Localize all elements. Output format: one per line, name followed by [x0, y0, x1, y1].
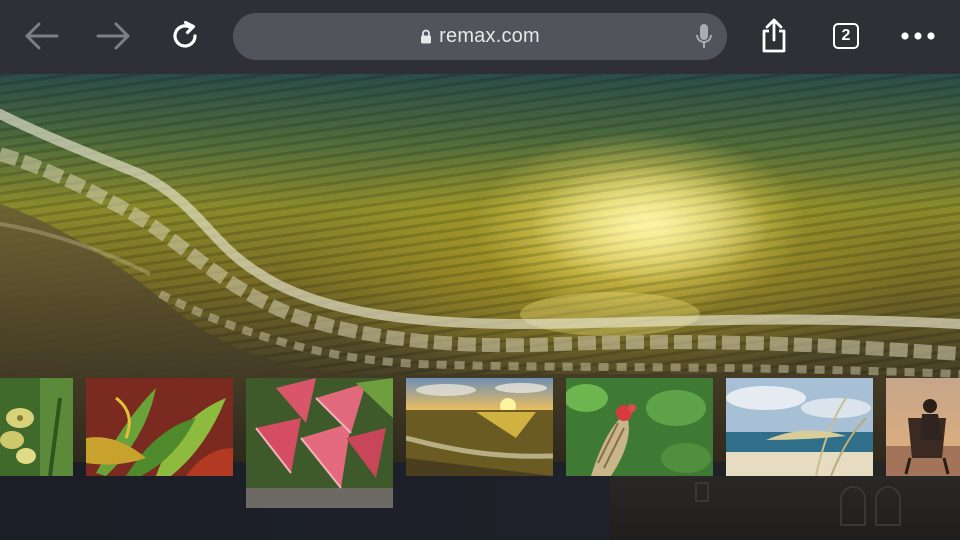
share-button[interactable] — [752, 14, 796, 58]
more-button[interactable] — [896, 14, 940, 58]
lock-icon — [420, 29, 432, 44]
more-dots-icon — [901, 32, 935, 40]
gallery-thumbnail-1[interactable] — [0, 378, 73, 476]
arrow-right-icon — [96, 22, 130, 50]
address-content: remax.com — [233, 13, 727, 60]
gallery-thumbnail-2[interactable] — [86, 378, 233, 476]
microphone-icon[interactable] — [695, 23, 713, 56]
address-bar[interactable]: remax.com — [233, 13, 727, 60]
ocean-sunset-photo — [406, 378, 553, 476]
reload-icon — [173, 20, 197, 48]
gallery-thumbnail-4[interactable] — [406, 378, 553, 476]
share-icon — [762, 18, 786, 53]
back-button[interactable] — [20, 14, 64, 58]
url-text: remax.com — [439, 25, 540, 47]
beach-sea-oats-photo — [726, 378, 873, 476]
tab-count: 2 — [841, 27, 851, 44]
gallery-thumbnail-5[interactable] — [566, 378, 713, 476]
tropical-flower-bud-photo — [566, 378, 713, 476]
tabs-icon: 2 — [833, 23, 859, 49]
arrow-left-icon — [25, 22, 59, 50]
gallery-thumbnail-6[interactable] — [726, 378, 873, 476]
reload-button[interactable] — [163, 14, 207, 58]
building-window — [840, 486, 866, 526]
gallery-thumbnail-3[interactable] — [246, 378, 393, 508]
background-building — [610, 476, 960, 540]
browser-toolbar: remax.com 2 — [0, 0, 960, 74]
croton-plant-photo — [86, 378, 233, 476]
building-window — [875, 486, 901, 526]
gallery-thumbnail-7[interactable] — [886, 378, 960, 476]
pink-caladium-leaves-photo — [246, 378, 393, 508]
tabs-button[interactable]: 2 — [824, 14, 868, 58]
forward-button[interactable] — [91, 14, 135, 58]
beach-chair-person-photo — [886, 378, 960, 476]
yellow-orchid-photo — [0, 378, 73, 476]
building-window — [695, 482, 709, 502]
